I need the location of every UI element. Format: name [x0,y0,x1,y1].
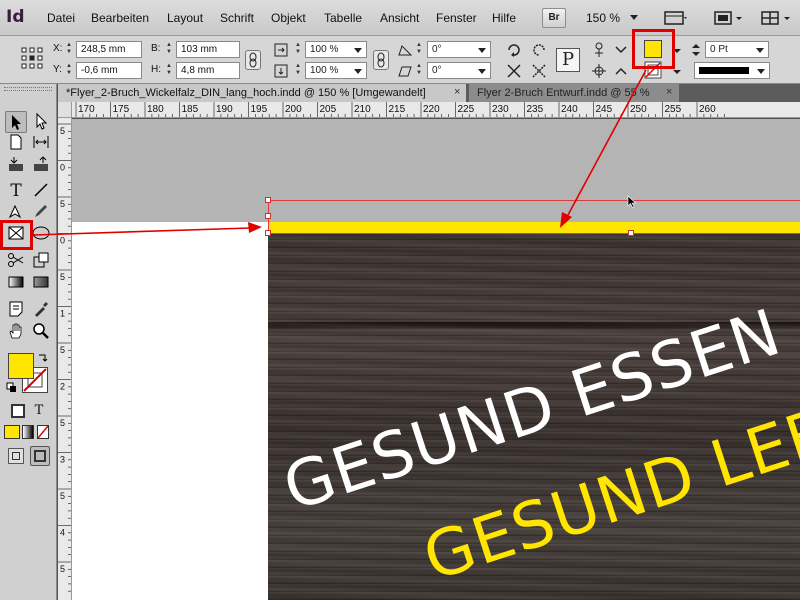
arrow-tool-to-frame-head [248,222,262,233]
annotation-arrows [33,69,647,236]
fill-proxy-swatch[interactable] [8,353,34,379]
arrow-swatch-to-bar-head [560,212,572,228]
arrow-swatch-to-bar [567,69,647,216]
arrow-tool-to-frame [33,227,251,236]
